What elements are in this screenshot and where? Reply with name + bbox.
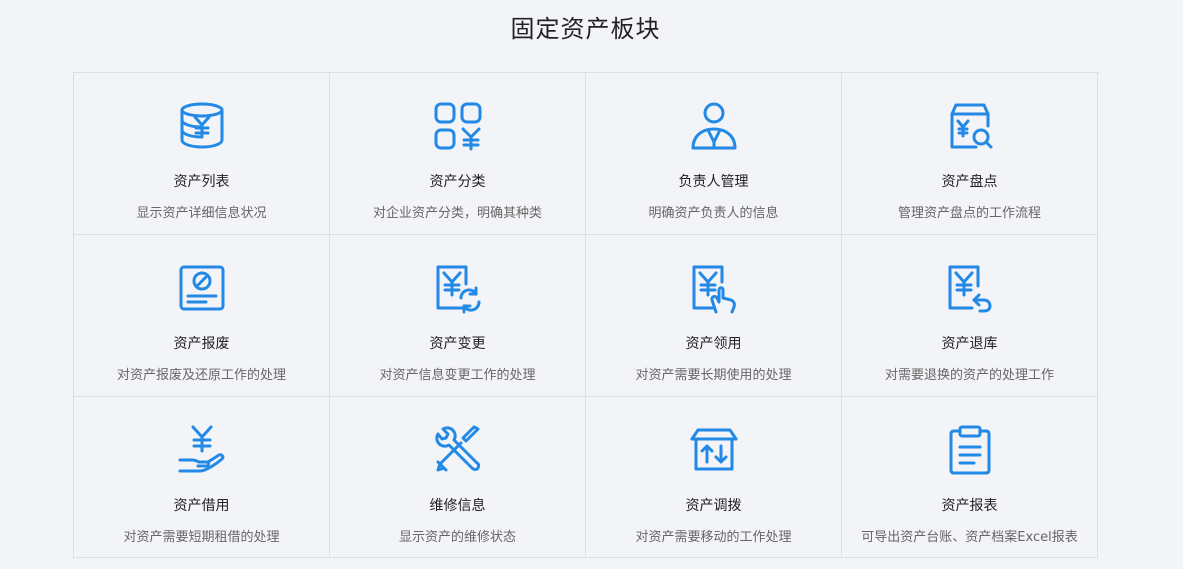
module-card-asset-scrap[interactable]: 资产报废 对资产报废及还原工作的处理 — [74, 235, 330, 397]
module-card-asset-change[interactable]: 资产变更 对资产信息变更工作的处理 — [330, 235, 586, 397]
clipboard-report-icon — [944, 424, 996, 476]
module-title: 资产变更 — [429, 336, 486, 352]
fixed-asset-section: 固定资产板块 资产列表 显示资产详细信息状况 资产分类 对企业资产分类，明确其种… — [0, 0, 1183, 569]
module-grid: 资产列表 显示资产详细信息状况 资产分类 对企业资产分类，明确其种类 负责人管理… — [73, 72, 1099, 559]
coin-stack-yen-icon — [176, 100, 228, 152]
module-desc: 对企业资产分类，明确其种类 — [372, 206, 542, 221]
module-title: 资产报废 — [173, 336, 230, 352]
module-desc: 对资产需要长期使用的处理 — [635, 368, 792, 383]
module-title: 资产借用 — [173, 498, 230, 514]
module-card-repair-info[interactable]: 维修信息 显示资产的维修状态 — [330, 397, 586, 558]
module-desc: 对资产报废及还原工作的处理 — [116, 368, 286, 383]
doc-yen-refresh-icon — [432, 262, 484, 314]
module-title: 资产盘点 — [941, 174, 998, 190]
module-title: 维修信息 — [429, 498, 486, 514]
card-scrap-icon — [176, 262, 228, 314]
module-desc: 管理资产盘点的工作流程 — [897, 206, 1041, 221]
module-title: 资产分类 — [429, 174, 486, 190]
person-manager-icon — [688, 100, 740, 152]
wrench-screwdriver-icon — [432, 424, 484, 476]
module-title: 资产领用 — [685, 336, 742, 352]
module-title: 资产列表 — [173, 174, 230, 190]
module-card-asset-inventory[interactable]: 资产盘点 管理资产盘点的工作流程 — [842, 73, 1098, 235]
module-desc: 对资产需要移动的工作处理 — [635, 530, 792, 545]
box-yen-search-icon — [944, 100, 996, 152]
module-card-asset-report[interactable]: 资产报表 可导出资产台账、资产档案Excel报表 — [842, 397, 1098, 558]
hand-yen-icon — [176, 424, 228, 476]
module-title: 负责人管理 — [678, 174, 749, 190]
module-desc: 显示资产的维修状态 — [398, 530, 516, 545]
module-card-asset-category[interactable]: 资产分类 对企业资产分类，明确其种类 — [330, 73, 586, 235]
module-desc: 显示资产详细信息状况 — [136, 206, 267, 221]
box-transfer-icon — [688, 424, 740, 476]
module-title: 资产退库 — [941, 336, 998, 352]
module-card-owner-management[interactable]: 负责人管理 明确资产负责人的信息 — [586, 73, 842, 235]
module-desc: 对资产需要短期租借的处理 — [123, 530, 280, 545]
section-title: 固定资产板块 — [510, 15, 661, 43]
module-card-asset-list[interactable]: 资产列表 显示资产详细信息状况 — [74, 73, 330, 235]
module-desc: 可导出资产台账、资产档案Excel报表 — [861, 530, 1078, 545]
module-card-asset-transfer[interactable]: 资产调拨 对资产需要移动的工作处理 — [586, 397, 842, 558]
doc-yen-hand-icon — [688, 262, 740, 314]
module-card-asset-borrow[interactable]: 资产借用 对资产需要短期租借的处理 — [74, 397, 330, 558]
doc-yen-return-icon — [944, 262, 996, 314]
category-grid-yen-icon — [432, 100, 484, 152]
module-desc: 明确资产负责人的信息 — [648, 206, 779, 221]
module-desc: 对资产信息变更工作的处理 — [379, 368, 536, 383]
module-title: 资产报表 — [941, 498, 998, 514]
module-title: 资产调拨 — [685, 498, 742, 514]
module-desc: 对需要退换的资产的处理工作 — [884, 368, 1054, 383]
module-card-asset-return[interactable]: 资产退库 对需要退换的资产的处理工作 — [842, 235, 1098, 397]
module-card-asset-requisition[interactable]: 资产领用 对资产需要长期使用的处理 — [586, 235, 842, 397]
